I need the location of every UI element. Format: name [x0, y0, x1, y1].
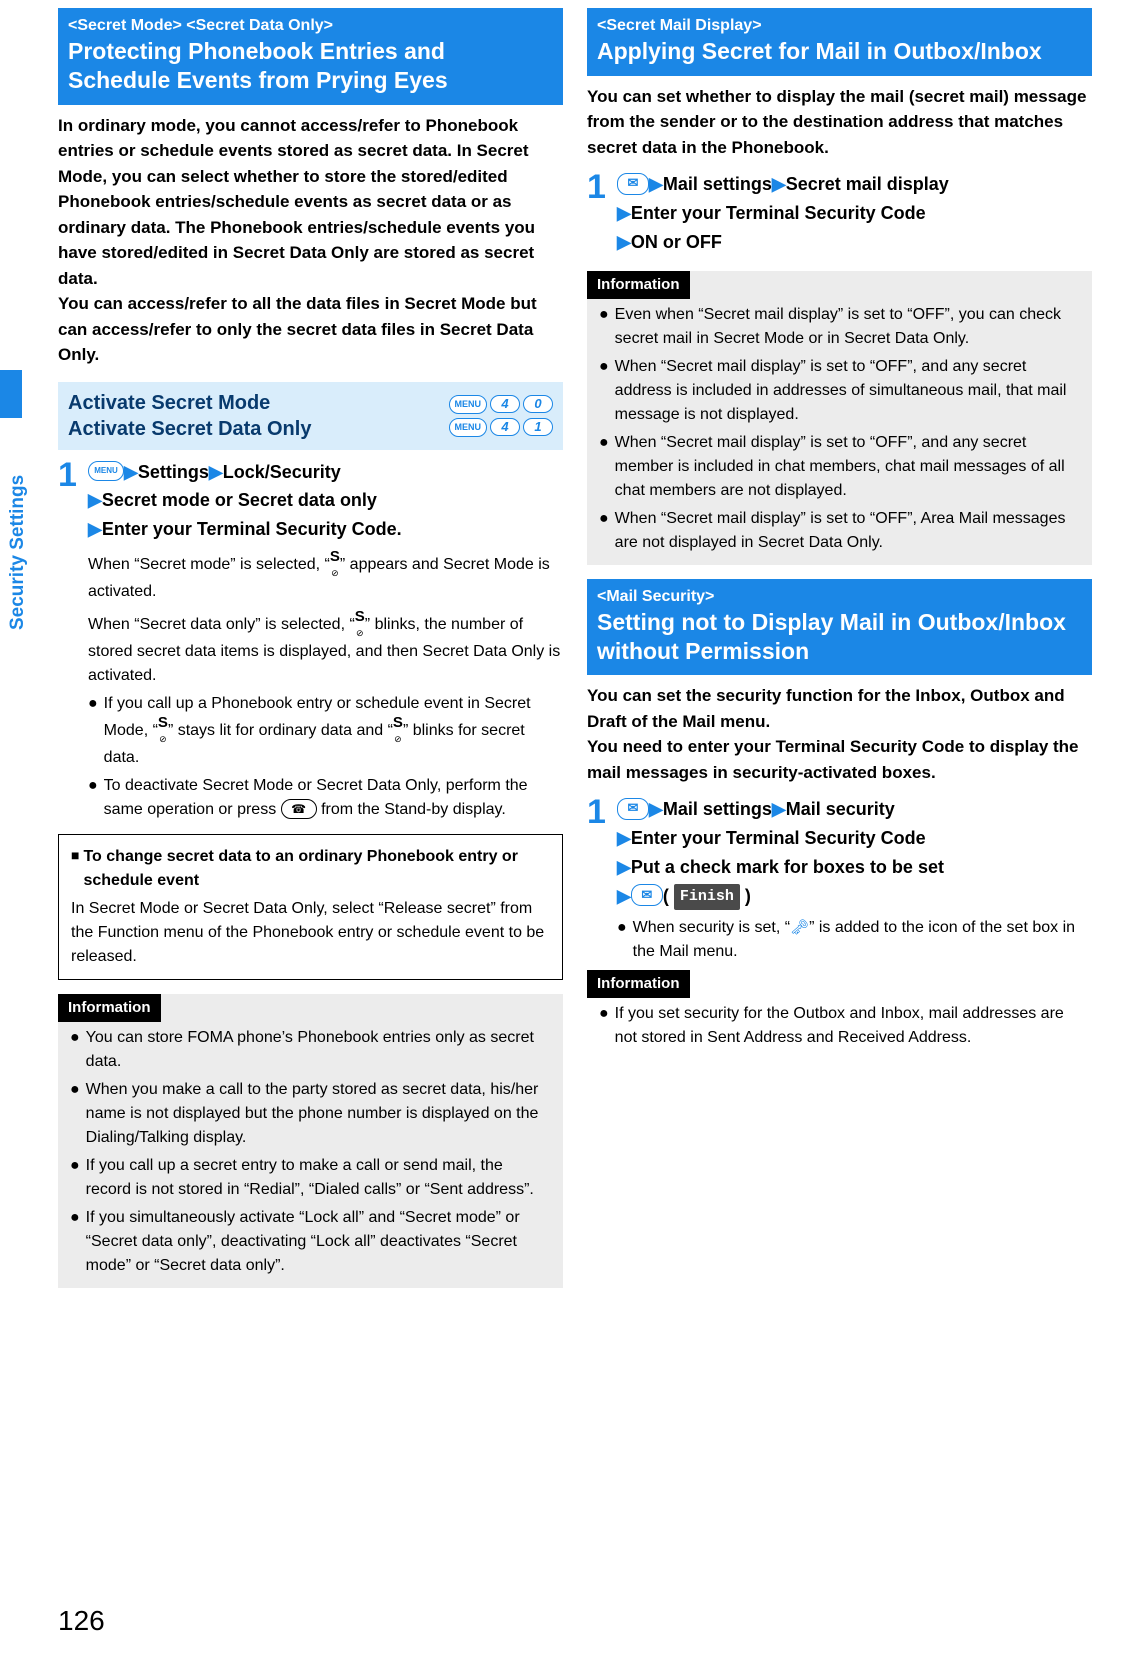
- info-bullet: ●When “Secret mail display” is set to “O…: [587, 507, 1092, 555]
- step-desc-1: When “Secret mode” is selected, “S⊘” app…: [88, 550, 563, 604]
- info-bullet: ●Even when “Secret mail display” is set …: [587, 303, 1092, 351]
- info-bullet: ●When “Secret mail display” is set to “O…: [587, 431, 1092, 503]
- page-number: 126: [58, 1601, 105, 1642]
- nav-mail-settings: Mail settings: [663, 174, 772, 194]
- section-tag: <Mail Security>: [597, 585, 1082, 608]
- nav-secret-mail-display: Secret mail display: [786, 174, 949, 194]
- num-key-4: 4: [490, 395, 520, 413]
- info-bullet: ●You can store FOMA phone’s Phonebook en…: [58, 1026, 563, 1074]
- info-block-right-1: Information ●Even when “Secret mail disp…: [587, 271, 1092, 565]
- hangup-key-icon: ☎: [281, 799, 317, 819]
- step-body: ✉▶Mail settings▶Mail security ▶Enter you…: [617, 795, 1092, 964]
- section-title: Protecting Phonebook Entries and Schedul…: [68, 37, 553, 95]
- information-label: Information: [587, 970, 690, 998]
- num-key-4: 4: [490, 418, 520, 436]
- bullet-2: ● To deactivate Secret Mode or Secret Da…: [88, 774, 563, 822]
- step-nav: ✉▶Mail settings▶Secret mail display ▶Ent…: [617, 170, 1092, 256]
- bullet-1: ● If you call up a Phonebook entry or sc…: [88, 692, 563, 770]
- finish-label: Finish: [674, 884, 740, 910]
- step-number: 1: [587, 795, 609, 964]
- nav-check-boxes: Put a check mark for boxes to be set: [631, 857, 944, 877]
- nav-mail-settings: Mail settings: [663, 799, 772, 819]
- mail-key-icon: ✉: [631, 884, 663, 906]
- activate-subhead-title: Activate Secret Mode Activate Secret Dat…: [68, 390, 311, 442]
- menu-key-hints: MENU 4 0 MENU 4 1: [449, 395, 554, 437]
- change-secret-note: ■To change secret data to an ordinary Ph…: [58, 834, 563, 980]
- right-column: <Secret Mail Display> Applying Secret fo…: [587, 8, 1092, 1288]
- section-head-mail-security: <Mail Security> Setting not to Display M…: [587, 579, 1092, 676]
- note-head: ■To change secret data to an ordinary Ph…: [71, 845, 550, 893]
- info-bullet: ●If you simultaneously activate “Lock al…: [58, 1206, 563, 1278]
- key-row-2: MENU 4 1: [449, 418, 554, 437]
- secret-s-icon: S⊘: [158, 715, 168, 745]
- info-bullet: ●When you make a call to the party store…: [58, 1078, 563, 1150]
- information-label: Information: [58, 994, 161, 1022]
- step-number: 1: [58, 458, 80, 822]
- num-key-1: 1: [523, 418, 553, 436]
- section-title: Setting not to Display Mail in Outbox/In…: [597, 608, 1082, 666]
- nav-mail-security: Mail security: [786, 799, 895, 819]
- nav-enter-code: Enter your Terminal Security Code: [631, 828, 926, 848]
- step-body: MENU▶Settings▶Lock/Security ▶Secret mode…: [88, 458, 563, 822]
- step-nav: MENU▶Settings▶Lock/Security ▶Secret mode…: [88, 458, 563, 544]
- step-nav: ✉▶Mail settings▶Mail security ▶Enter you…: [617, 795, 1092, 910]
- mail-key-icon: ✉: [617, 173, 649, 195]
- section-tag: <Secret Mode> <Secret Data Only>: [68, 14, 553, 37]
- step-body: ✉▶Mail settings▶Secret mail display ▶Ent…: [617, 170, 1092, 256]
- step-1-right-b: 1 ✉▶Mail settings▶Mail security ▶Enter y…: [587, 795, 1092, 964]
- info-bullet: ●If you call up a secret entry to make a…: [58, 1154, 563, 1202]
- info-bullet: ●If you set security for the Outbox and …: [587, 1002, 1092, 1050]
- step-1-left: 1 MENU▶Settings▶Lock/Security ▶Secret mo…: [58, 458, 563, 822]
- secret-s-icon: S⊘: [393, 715, 403, 745]
- page-columns: <Secret Mode> <Secret Data Only> Protect…: [0, 0, 1136, 1288]
- menu-icon: MENU: [88, 461, 124, 481]
- num-key-0: 0: [523, 395, 553, 413]
- section-title: Applying Secret for Mail in Outbox/Inbox: [597, 37, 1082, 66]
- side-tab-accent: [0, 370, 22, 418]
- note-body: In Secret Mode or Secret Data Only, sele…: [71, 897, 550, 969]
- nav-on-off: ON or OFF: [631, 232, 722, 252]
- info-block-right-2: Information ●If you set security for the…: [587, 970, 1092, 1060]
- side-tab: Security Settings: [0, 370, 40, 650]
- step-desc-2: When “Secret data only” is selected, “S⊘…: [88, 610, 563, 688]
- info-block-left: Information ●You can store FOMA phone’s …: [58, 994, 563, 1288]
- step-bullet: ● When security is set, “🗝” is added to …: [617, 916, 1092, 964]
- mail-key-icon: ✉: [617, 798, 649, 820]
- section-head-secret-mode: <Secret Mode> <Secret Data Only> Protect…: [58, 8, 563, 105]
- left-column: <Secret Mode> <Secret Data Only> Protect…: [58, 8, 563, 1288]
- nav-enter-code: Enter your Terminal Security Code: [631, 203, 926, 223]
- secret-s-icon: S⊘: [330, 549, 340, 579]
- section-head-secret-mail: <Secret Mail Display> Applying Secret fo…: [587, 8, 1092, 76]
- intro-paragraph: In ordinary mode, you cannot access/refe…: [58, 113, 563, 368]
- menu-key-icon: MENU: [449, 395, 488, 414]
- information-label: Information: [587, 271, 690, 299]
- intro-paragraph: You can set whether to display the mail …: [587, 84, 1092, 161]
- menu-key-icon: MENU: [449, 418, 488, 437]
- info-bullet: ●When “Secret mail display” is set to “O…: [587, 355, 1092, 427]
- nav-settings: Settings: [138, 462, 209, 482]
- section-tag: <Secret Mail Display>: [597, 14, 1082, 37]
- secret-s-icon: S⊘: [355, 609, 365, 639]
- key-row-1: MENU 4 0: [449, 395, 554, 414]
- step-number: 1: [587, 170, 609, 256]
- step-1-right-a: 1 ✉▶Mail settings▶Secret mail display ▶E…: [587, 170, 1092, 256]
- nav-secret-mode-or-data-only: Secret mode or Secret data only: [102, 490, 377, 510]
- intro-paragraph: You can set the security function for th…: [587, 683, 1092, 785]
- side-tab-label: Security Settings: [4, 475, 32, 630]
- nav-lock-security: Lock/Security: [223, 462, 341, 482]
- nav-enter-code: Enter your Terminal Security Code.: [102, 519, 402, 539]
- key-lock-icon: 🗝: [790, 917, 809, 940]
- activate-subhead: Activate Secret Mode Activate Secret Dat…: [58, 382, 563, 450]
